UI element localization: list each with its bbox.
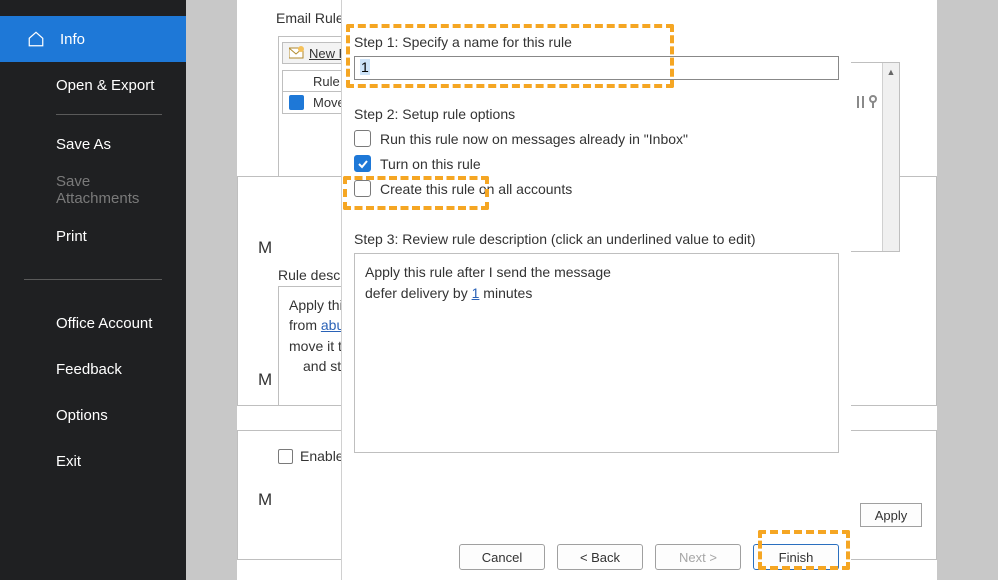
option-turn-on-row: Turn on this rule	[354, 155, 839, 172]
finish-button[interactable]: Finish	[753, 544, 839, 570]
sidebar-item-save-attachments: Save Attachments	[0, 167, 186, 213]
tools-icon	[855, 93, 881, 111]
step3-section: Step 3: Review rule description (click a…	[354, 231, 839, 453]
rule-desc-line-pre: from	[289, 317, 321, 333]
sidebar-item-label: Office Account	[56, 315, 152, 332]
scroll-up-icon[interactable]: ▲	[883, 63, 899, 80]
truncated-label: M	[258, 490, 272, 510]
rule-review-box: Apply this rule after I send the message…	[354, 253, 839, 453]
enable-rules-row: Enable	[278, 448, 344, 464]
finish-button-label: Finish	[779, 550, 814, 565]
review-line: defer delivery by 1 minutes	[365, 283, 828, 304]
sidebar-item-label: Feedback	[56, 361, 122, 378]
option-run-now-row: Run this rule now on messages already in…	[354, 130, 839, 147]
turn-on-label: Turn on this rule	[380, 156, 481, 172]
new-rule-icon	[289, 46, 305, 60]
rules-wizard-dialog: Step 1: Specify a name for this rule 1 S…	[341, 0, 851, 580]
sidebar-item-label: Save Attachments	[56, 173, 166, 207]
rule-name-cell: Move	[309, 95, 345, 110]
truncated-label: M	[258, 370, 272, 390]
cancel-button[interactable]: Cancel	[459, 544, 545, 570]
file-sidebar: Info Open & Export Save As Save Attachme…	[0, 0, 186, 580]
rule-name-input[interactable]: 1	[354, 56, 839, 80]
sidebar-item-label: Info	[60, 31, 85, 48]
sidebar-item-feedback[interactable]: Feedback	[0, 346, 186, 392]
sidebar-item-save-as[interactable]: Save As	[0, 121, 186, 167]
sidebar-item-print[interactable]: Print	[0, 213, 186, 259]
back-button[interactable]: < Back	[557, 544, 643, 570]
email-rules-tab[interactable]: Email Rules	[276, 10, 351, 26]
cancel-button-label: Cancel	[482, 550, 522, 565]
sidebar-item-open-export[interactable]: Open & Export	[0, 62, 186, 108]
option-all-accounts-row: Create this rule on all accounts	[354, 180, 839, 197]
run-now-label: Run this rule now on messages already in…	[380, 131, 688, 147]
step1-label: Step 1: Specify a name for this rule	[354, 34, 839, 50]
sidebar-item-info[interactable]: Info	[0, 16, 186, 62]
enable-rules-checkbox[interactable]	[278, 449, 293, 464]
sidebar-separator	[56, 114, 162, 115]
sidebar-item-exit[interactable]: Exit	[0, 438, 186, 484]
sidebar-item-label: Save As	[56, 136, 111, 153]
sidebar-item-label: Exit	[56, 453, 81, 470]
preview-pane: ▲	[850, 62, 900, 252]
rule-description-label: Rule descr	[278, 267, 345, 283]
home-icon	[26, 29, 46, 49]
review-text: minutes	[479, 285, 532, 301]
review-text: defer delivery by	[365, 285, 472, 301]
rule-name-value: 1	[360, 59, 370, 75]
apply-button[interactable]: Apply	[860, 503, 922, 527]
apply-button-label: Apply	[875, 508, 908, 523]
step1-section: Step 1: Specify a name for this rule 1	[354, 34, 839, 80]
truncated-label: M	[258, 238, 272, 258]
rule-enabled-checkbox[interactable]	[289, 95, 304, 110]
next-button-label: Next >	[679, 550, 717, 565]
back-button-label: < Back	[580, 550, 620, 565]
review-line: Apply this rule after I send the message	[365, 262, 828, 283]
sidebar-item-label: Open & Export	[56, 77, 154, 94]
step3-label: Step 3: Review rule description (click a…	[354, 231, 839, 247]
enable-rules-label: Enable	[300, 448, 344, 464]
sidebar-separator	[24, 279, 162, 280]
wizard-button-row: Cancel < Back Next > Finish	[342, 544, 851, 570]
sidebar-item-options[interactable]: Options	[0, 392, 186, 438]
step2-section: Step 2: Setup rule options Run this rule…	[354, 106, 839, 197]
all-accounts-label: Create this rule on all accounts	[380, 181, 572, 197]
sidebar-item-label: Options	[56, 407, 108, 424]
step2-label: Step 2: Setup rule options	[354, 106, 839, 122]
scrollbar[interactable]: ▲	[882, 63, 899, 251]
rule-desc-line: move it t	[289, 338, 342, 354]
run-now-checkbox[interactable]	[354, 130, 371, 147]
sidebar-item-label: Print	[56, 228, 87, 245]
next-button: Next >	[655, 544, 741, 570]
sidebar-item-office-account[interactable]: Office Account	[0, 300, 186, 346]
all-accounts-checkbox[interactable]	[354, 180, 371, 197]
turn-on-checkbox[interactable]	[354, 155, 371, 172]
